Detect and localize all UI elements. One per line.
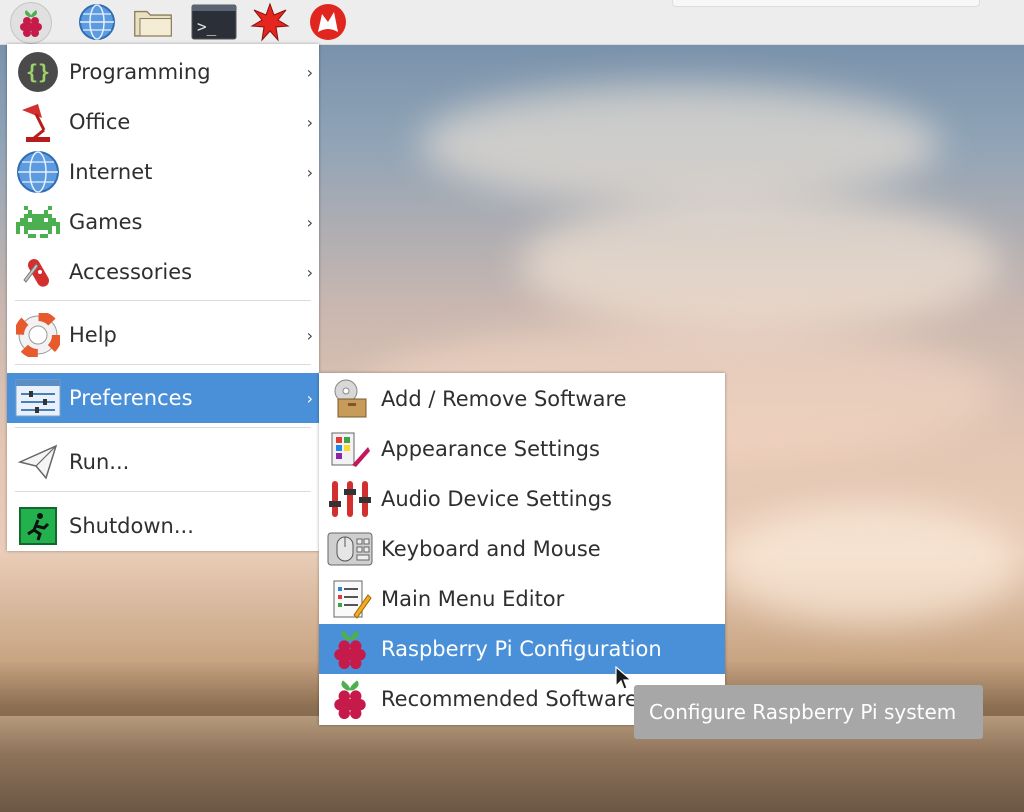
raspberry-icon: [334, 680, 366, 719]
wolfram-icon: [310, 4, 346, 40]
space-invader-icon: [16, 206, 60, 238]
menu-item-games[interactable]: Games ›: [7, 197, 319, 247]
globe-icon: [79, 4, 115, 40]
menu-item-label: Accessories: [69, 260, 193, 284]
menu-item-internet[interactable]: Internet ›: [7, 147, 319, 197]
preferences-submenu: Add / Remove Software Appearance Setting…: [319, 373, 725, 725]
menu-item-label: Run...: [69, 450, 130, 474]
paper-plane-icon: [17, 444, 58, 480]
menu-separator: [15, 491, 311, 492]
tooltip-text: Configure Raspberry Pi system: [649, 700, 957, 724]
menu-item-label: Raspberry Pi Configuration: [381, 637, 662, 661]
submenu-item-keyboard-and-mouse[interactable]: Keyboard and Mouse: [319, 524, 725, 574]
chevron-right-icon: ›: [306, 262, 313, 282]
menu-separator: [15, 364, 311, 365]
menu-item-label: Help: [69, 323, 117, 347]
menu-item-programming[interactable]: {} Programming ›: [7, 47, 319, 97]
mixer-icon: [329, 481, 371, 517]
chevron-right-icon: ›: [306, 325, 313, 345]
menu-item-shutdown[interactable]: Shutdown...: [7, 501, 319, 551]
menu-item-label: Recommended Software: [381, 687, 638, 711]
applications-menu: {} Programming › Office › Internet › Gam…: [7, 44, 319, 551]
palette-icon: [331, 432, 370, 467]
chevron-right-icon: ›: [306, 388, 313, 408]
menu-item-label: Games: [69, 210, 143, 234]
terminal-icon: >_: [191, 4, 237, 40]
taskbar: >_: [0, 0, 1024, 45]
package-icon: [334, 379, 367, 418]
raspberry-icon: [334, 630, 366, 669]
submenu-item-main-menu-editor[interactable]: Main Menu Editor: [319, 574, 725, 624]
submenu-item-raspberry-pi-configuration[interactable]: Raspberry Pi Configuration: [319, 624, 725, 674]
chevron-right-icon: ›: [306, 162, 313, 182]
tooltip: Configure Raspberry Pi system: [634, 685, 983, 739]
menu-item-label: Programming: [69, 60, 211, 84]
knife-icon: [23, 259, 49, 287]
chevron-right-icon: ›: [306, 212, 313, 232]
submenu-item-appearance-settings[interactable]: Appearance Settings: [319, 424, 725, 474]
keyboard-mouse-icon: [327, 532, 373, 566]
menu-separator: [15, 427, 311, 428]
menu-editor-icon: [333, 580, 372, 619]
chevron-right-icon: ›: [306, 62, 313, 82]
menu-item-run[interactable]: Run...: [7, 437, 319, 487]
svg-text:>_: >_: [197, 17, 217, 36]
menu-separator: [15, 300, 311, 301]
menu-item-label: Main Menu Editor: [381, 587, 565, 611]
applications-menu-button[interactable]: [10, 2, 52, 44]
globe-icon: [17, 151, 59, 193]
menu-item-preferences[interactable]: Preferences ›: [7, 373, 319, 423]
mathematica-launcher[interactable]: [250, 2, 290, 42]
web-browser-launcher[interactable]: [77, 2, 117, 42]
menu-item-label: Add / Remove Software: [381, 387, 627, 411]
wolfram-launcher[interactable]: [308, 2, 348, 42]
braces-icon: {}: [18, 52, 58, 92]
exit-icon: [19, 507, 57, 545]
menu-item-label: Keyboard and Mouse: [381, 537, 601, 561]
menu-item-label: Appearance Settings: [381, 437, 600, 461]
file-manager-launcher[interactable]: [133, 2, 173, 42]
chevron-right-icon: ›: [306, 112, 313, 132]
starburst-icon: [250, 2, 290, 42]
mouse-pointer-icon: [615, 666, 632, 690]
menu-item-label: Shutdown...: [69, 514, 194, 538]
submenu-item-audio-device-settings[interactable]: Audio Device Settings: [319, 474, 725, 524]
menu-item-label: Office: [69, 110, 131, 134]
taskbar-search-strip: [672, 0, 980, 7]
submenu-item-add-remove-software[interactable]: Add / Remove Software: [319, 374, 725, 424]
menu-item-label: Audio Device Settings: [381, 487, 612, 511]
raspberry-icon: [20, 10, 42, 37]
menu-item-label: Internet: [69, 160, 153, 184]
menu-item-label: Preferences: [69, 386, 193, 410]
lamp-icon: [22, 104, 50, 142]
svg-text:{}: {}: [26, 60, 50, 84]
menu-item-accessories[interactable]: Accessories ›: [7, 247, 319, 297]
terminal-launcher[interactable]: >_: [190, 2, 238, 42]
menu-item-office[interactable]: Office ›: [7, 97, 319, 147]
menu-item-help[interactable]: Help ›: [7, 310, 319, 360]
sliders-icon: [15, 379, 61, 417]
folder-icon: [134, 10, 172, 37]
lifebuoy-icon: [16, 313, 60, 357]
